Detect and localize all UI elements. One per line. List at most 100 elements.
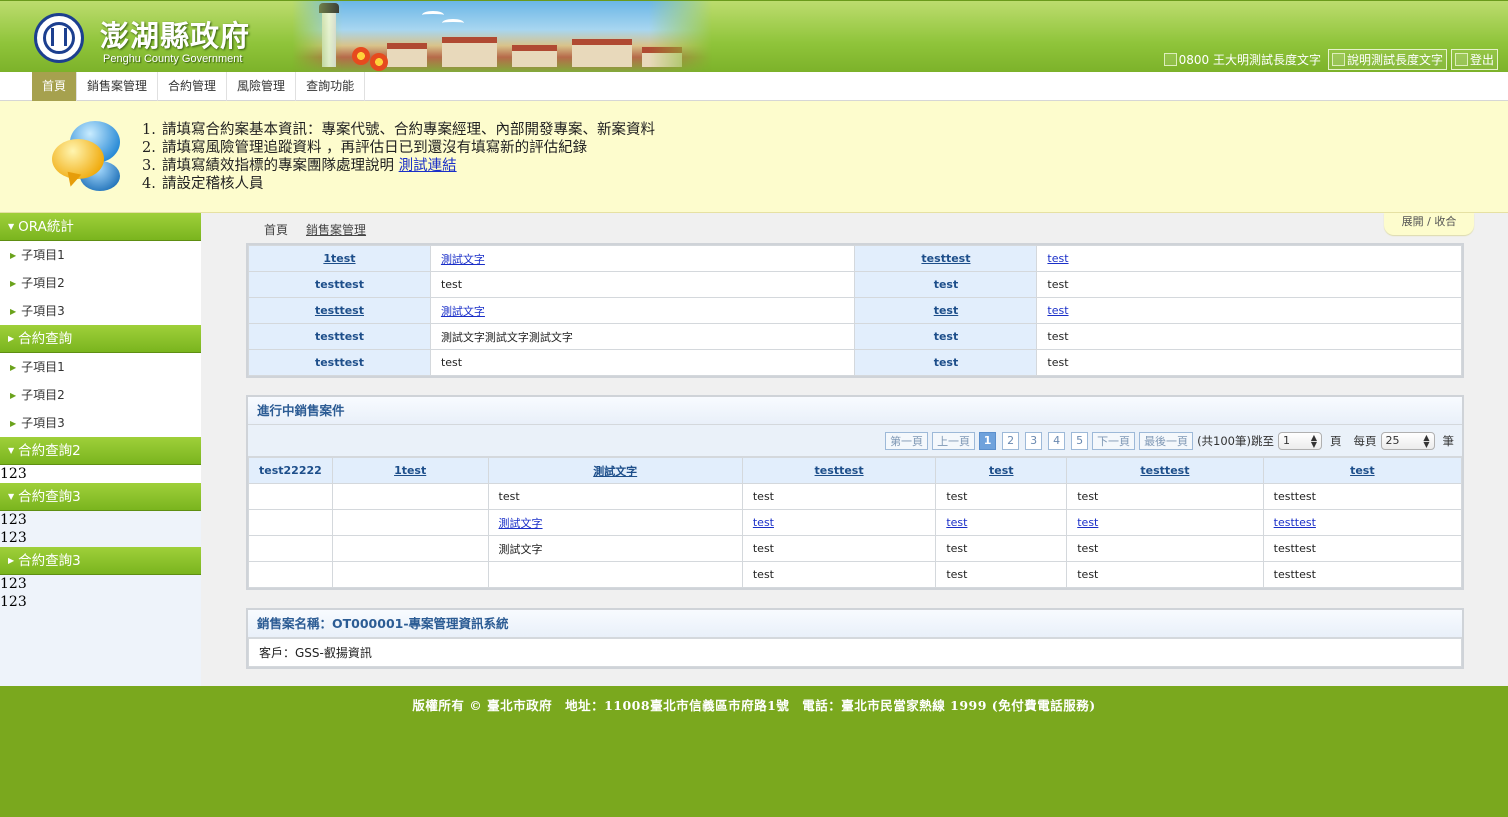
detail-link[interactable]: test [934,304,959,317]
grid-cell: test [935,535,1068,562]
page-number-button[interactable]: 5 [1071,431,1089,450]
detail-link[interactable]: 測試文字 [441,305,485,318]
grid-column-header[interactable]: 測試文字 [487,457,743,484]
nav-item[interactable]: 查詢功能 [296,72,366,101]
column-sort-link[interactable]: 1test [394,464,426,477]
notice-text: 請填寫績效指標的專案團隊處理說明 [162,158,399,174]
grid-cell [331,509,489,536]
grid-column-header[interactable]: testtest [1066,457,1264,484]
nav-item[interactable]: 銷售案管理 [77,72,159,101]
notice-text: 請設定稽核人員 [162,176,264,192]
breadcrumb-home[interactable]: 首頁 [264,223,288,237]
breadcrumb-current[interactable]: 銷售案管理 [306,223,366,237]
sidebar-item-label: 子項目1 [21,248,65,262]
column-sort-link[interactable]: test [1350,464,1375,477]
grid-column-header[interactable]: testtest [741,457,937,484]
page-number-button[interactable]: 4 [1048,431,1066,450]
grid-cell-link[interactable]: 測試文字 [499,517,543,530]
county-emblem-logo[interactable] [34,13,84,63]
header-util-item[interactable]: 登出 [1450,49,1498,70]
grid-cell-link[interactable]: test [946,516,967,529]
grid-cell [331,483,489,510]
page-number-button[interactable]: 2 [1002,431,1020,450]
detail-link[interactable]: testtest [315,304,364,317]
detail-link[interactable]: testtest [921,252,970,265]
last-page-button[interactable]: 最後一頁 [1139,431,1194,450]
grid-cell-link[interactable]: test [753,516,774,529]
detail-key-cell: testtest [248,297,431,324]
detail-key-cell: testtest [248,323,431,350]
page-number-button[interactable]: 3 [1025,431,1043,450]
sidebar-item-label: 子項目2 [21,388,65,402]
column-sort-link[interactable]: testtest [815,464,864,477]
grid-cell: testtest [1262,509,1463,536]
first-page-button[interactable]: 第一頁 [885,431,929,450]
sidebar-item[interactable]: ▶ 子項目2 [0,381,201,409]
header-util-item[interactable]: 0800 王大明測試長度文字 [1161,50,1324,69]
notice-item: 1. 請填寫合約案基本資訊：專案代號、合約專案經理、內部開發專案、新案資料 [142,121,655,139]
sidebar-item[interactable]: ▶ 子項目3 [0,409,201,437]
triangle-right-icon: ▶ [10,362,17,372]
grid-row: 測試文字 test test test testtest [248,535,1463,562]
detail-link[interactable]: test [1047,252,1068,265]
prev-page-button[interactable]: 上一頁 [932,431,976,450]
grid-column-header[interactable]: test [935,457,1068,484]
detail-key-cell: testtest [854,245,1038,272]
notice-text: 請填寫合約案基本資訊：專案代號、合約專案經理、內部開發專案、新案資料 [162,122,655,138]
sidebar-section-header[interactable]: ▼ 合約查詢2 [0,437,201,465]
page-number-button[interactable]: 1 [979,431,997,450]
grid-cell: test [935,483,1068,510]
sidebar-item[interactable]: ▶ 子項目1 [0,353,201,381]
notice-link[interactable]: 測試連結 [399,158,457,174]
sidebar-item-list: ▶ 子項目1 ▶ 子項目2 ▶ 子項目3 [0,353,201,437]
nav-item[interactable]: 合約管理 [158,72,228,101]
grid-cell-link[interactable]: test [1077,516,1098,529]
sidebar-item-list: ▶ 子項目1 ▶ 子項目2 ▶ 子項目3 [0,241,201,325]
expand-collapse-toggle[interactable]: 展開 / 收合 [1384,213,1474,235]
sidebar-section-title: 合約查詢2 [18,443,81,459]
nav-item[interactable]: 首頁 [32,72,78,101]
select-arrows-icon: ▲ ▼ [1423,432,1430,449]
detail-value-cell: test [429,349,856,376]
detail-table: 1test 測試文字 testtest test testtest test test tes… [248,245,1462,376]
case-info-panel: 銷售案名稱：OT000001-專案管理資訊系統 客戶：GSS-叡揚資訊 [246,608,1464,669]
grid-cell: test [1066,483,1264,510]
detail-link[interactable]: 1test [323,252,355,265]
triangle-down-icon: ▼ [8,222,15,231]
sidebar-section-header[interactable]: ▶ 合約查詢3 [0,547,201,575]
grid-cell [248,535,333,562]
column-sort-link[interactable]: 測試文字 [593,465,637,478]
detail-link[interactable]: test [1047,304,1068,317]
sidebar-item[interactable]: ▶ 子項目1 [0,241,201,269]
grid-column-header[interactable]: 1test [331,457,489,484]
sidebar-item[interactable]: ▶ 子項目3 [0,297,201,325]
grid-cell: 測試文字 [487,509,743,536]
detail-link[interactable]: 測試文字 [441,253,485,266]
nav-item[interactable]: 風險管理 [227,72,297,101]
notice-number: 1. [142,122,156,138]
select-arrows-icon: ▲ ▼ [1310,432,1317,449]
detail-key-cell: test [854,349,1038,376]
sidebar-section-header[interactable]: ▶ 合約查詢 [0,325,201,353]
next-page-button[interactable]: 下一頁 [1092,431,1136,450]
column-sort-link[interactable]: testtest [1140,464,1189,477]
grid-row: test test test test testtest [248,483,1463,510]
sidebar-section-title: 合約查詢 [18,331,73,347]
triangle-down-icon: ▼ [8,492,15,501]
grid-column-header[interactable]: test [1262,457,1463,484]
sidebar-section-header[interactable]: ▼ 合約查詢3 [0,483,201,511]
detail-row: testtest 測試文字測試文字測試文字 test test [248,323,1462,350]
detail-row: 1test 測試文字 testtest test [248,245,1462,272]
header-util-item[interactable]: 說明測試長度文字 [1327,49,1447,70]
jump-page-select[interactable]: 1 ▲ ▼ [1278,431,1322,450]
grid-row: test test test testtest [248,561,1463,588]
column-sort-link[interactable]: test [989,464,1014,477]
notice-panel: 1. 請填寫合約案基本資訊：專案代號、合約專案經理、內部開發專案、新案資料 2. 請填… [0,101,1508,213]
grid-cell-link[interactable]: testtest [1274,516,1316,529]
grid-cell: test [741,509,937,536]
per-page-select[interactable]: 25 ▲ ▼ [1380,431,1435,450]
sidebar-section-header[interactable]: ▼ ORA統計 [0,213,201,241]
detail-value-cell: test [1036,271,1462,298]
sidebar-item[interactable]: ▶ 子項目2 [0,269,201,297]
sidebar-raw-text: 123 [0,465,201,483]
